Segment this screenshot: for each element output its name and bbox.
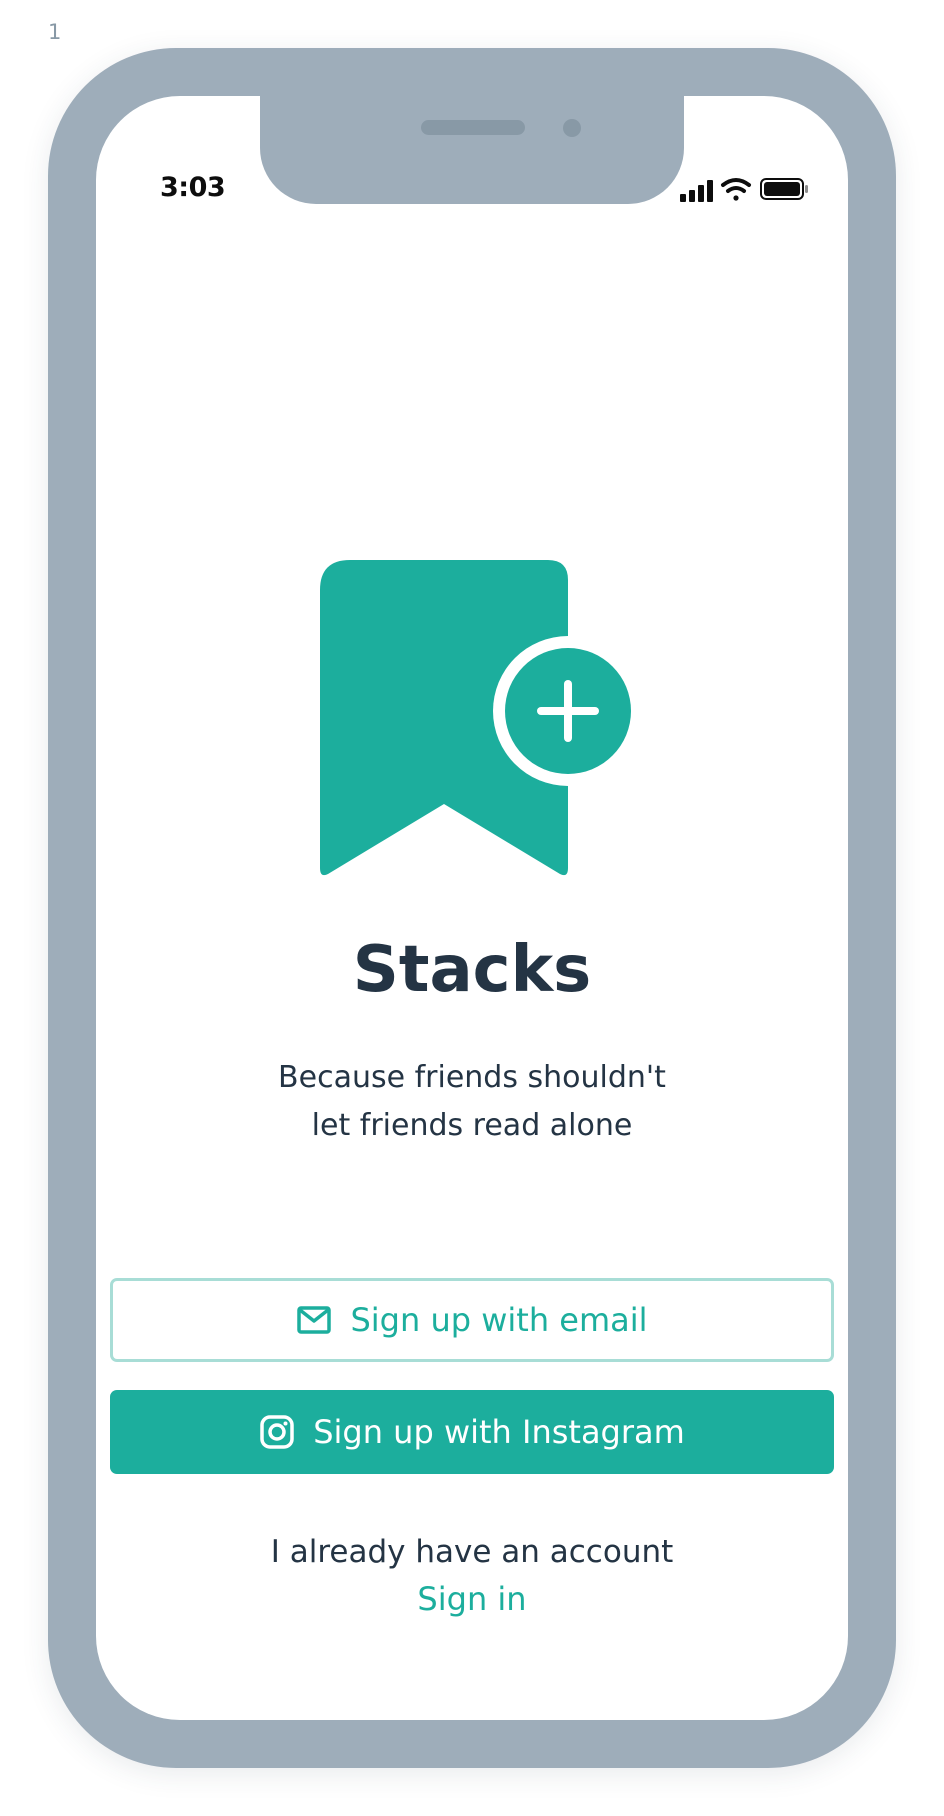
frame-number: 1 (48, 20, 62, 44)
sign-up-instagram-label: Sign up with Instagram (313, 1413, 685, 1451)
speaker-grille (421, 120, 525, 135)
sign-up-email-label: Sign up with email (350, 1301, 648, 1339)
status-time: 3:03 (160, 172, 226, 203)
mail-icon (296, 1302, 332, 1338)
sign-in-link[interactable]: Sign in (372, 1580, 572, 1618)
app-screen: 3:03 Stacks Because friends shouldn't le… (96, 96, 848, 1720)
phone-frame: 3:03 Stacks Because friends shouldn't le… (48, 48, 896, 1768)
sign-up-email-button[interactable]: Sign up with email (110, 1278, 834, 1362)
signal-icon (680, 180, 713, 202)
tagline-line-1: Because friends shouldn't (278, 1060, 666, 1095)
sign-up-instagram-button[interactable]: Sign up with Instagram (110, 1390, 834, 1474)
app-title: Stacks (352, 933, 592, 1007)
app-tagline: Because friends shouldn't let friends re… (242, 1054, 702, 1150)
tagline-line-2: let friends read alone (311, 1108, 633, 1143)
front-camera (563, 119, 581, 137)
wifi-icon (721, 178, 751, 201)
bookmark-plus-icon (320, 560, 644, 880)
status-icons (680, 176, 820, 204)
phone-notch (260, 96, 684, 204)
instagram-icon (259, 1414, 295, 1450)
battery-icon (760, 178, 808, 200)
existing-account-text: I already have an account (270, 1534, 674, 1570)
